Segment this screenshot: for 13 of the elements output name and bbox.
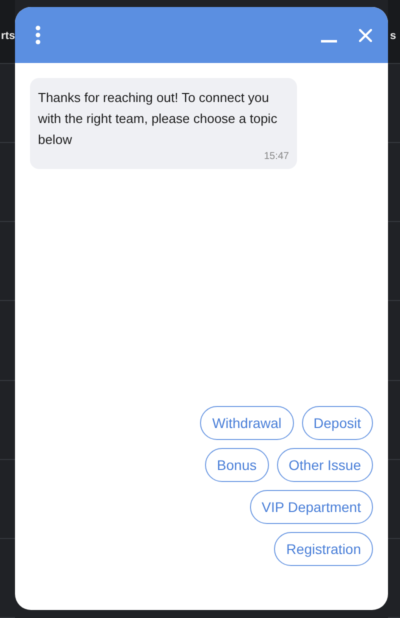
minimize-icon[interactable]	[321, 40, 337, 42]
close-icon[interactable]	[359, 28, 372, 42]
more-options-icon[interactable]	[35, 25, 41, 45]
topic-button[interactable]: VIP Department	[250, 490, 373, 524]
message-text: Thanks for reaching out! To connect you with the right team, please choose a topic below	[38, 89, 278, 149]
message-time: 15:47	[262, 151, 289, 162]
menu-label: rts	[1, 30, 16, 42]
topic-button[interactable]: Withdrawal	[200, 406, 294, 440]
menu-label: s	[390, 30, 396, 42]
topic-button[interactable]: Bonus	[204, 448, 269, 482]
topic-button[interactable]: Deposit	[302, 406, 373, 440]
topic-button[interactable]: Registration	[274, 532, 373, 566]
topic-button[interactable]: Other Issue	[276, 448, 373, 482]
